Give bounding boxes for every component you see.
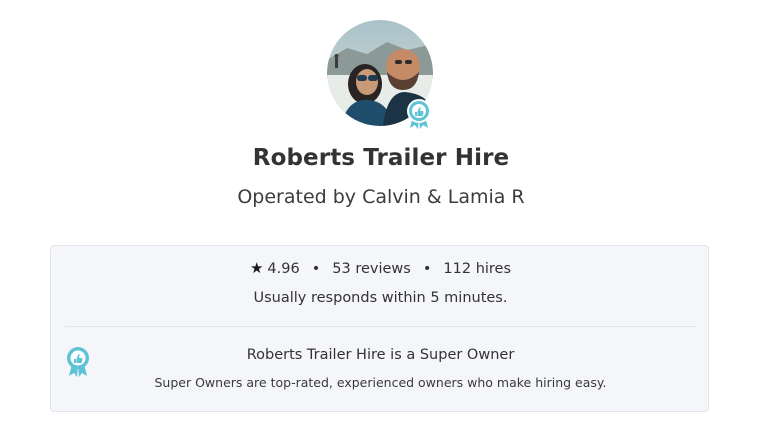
stats-row: ★ 4.96 • 53 reviews • 112 hires xyxy=(51,259,710,277)
owner-profile-page: Roberts Trailer Hire Operated by Calvin … xyxy=(0,0,762,424)
super-owner-title: Roberts Trailer Hire is a Super Owner xyxy=(246,347,515,363)
separator-dot: • xyxy=(311,261,321,277)
owner-name: Roberts Trailer Hire xyxy=(252,145,510,171)
star-icon: ★ xyxy=(249,259,264,277)
super-owner-description: Super Owners are top-rated, experienced … xyxy=(154,375,607,390)
separator-dot: • xyxy=(422,261,432,277)
super-owner-badge-icon xyxy=(407,99,431,129)
avatar xyxy=(327,20,433,129)
hires-count: 112 hires xyxy=(443,261,512,277)
reviews-count: 53 reviews xyxy=(332,261,411,277)
operated-by-text: Operated by Calvin & Lamia R xyxy=(237,186,525,208)
rating-value: 4.96 xyxy=(267,261,300,277)
divider xyxy=(65,326,696,327)
response-time-text: Usually responds within 5 minutes. xyxy=(253,290,508,306)
owner-stats-card: ★ 4.96 • 53 reviews • 112 hires Usually respo… xyxy=(50,245,709,412)
